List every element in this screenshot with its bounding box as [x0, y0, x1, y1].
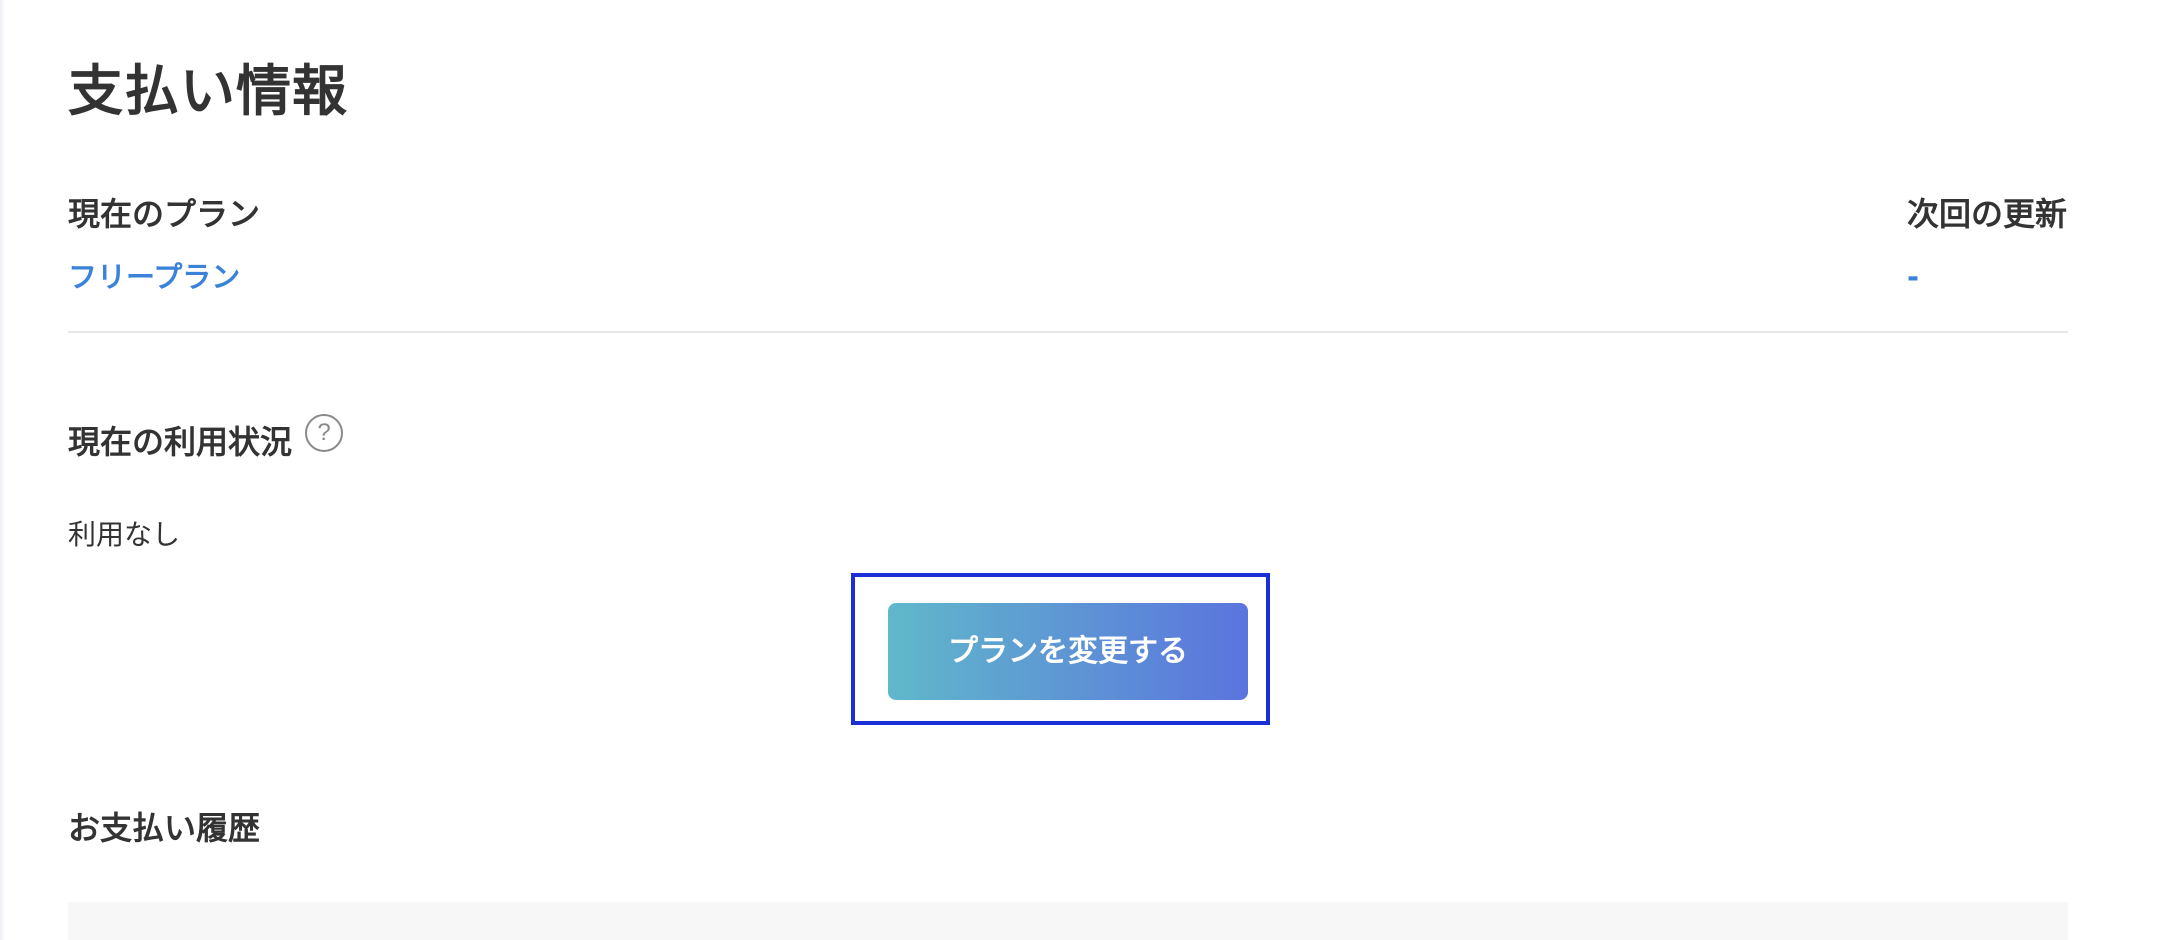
current-usage-value: 利用なし: [68, 518, 181, 551]
page-title: 支払い情報: [68, 59, 349, 123]
question-circle-icon[interactable]: ?: [305, 414, 343, 452]
section-divider: [68, 331, 2068, 333]
next-renewal-label: 次回の更新: [1906, 195, 2067, 233]
current-usage-label: 現在の利用状況: [68, 423, 293, 461]
billing-page: 支払い情報 現在のプラン フリープラン 次回の更新 - 現在の利用状況 ? 利用…: [0, 0, 2170, 940]
change-plan-button[interactable]: プランを変更する: [888, 603, 1248, 700]
next-renewal-value: -: [1907, 260, 1920, 294]
payment-history-label: お支払い履歴: [68, 809, 261, 847]
current-plan-link[interactable]: フリープラン: [68, 258, 240, 296]
payment-history-table: [68, 902, 2068, 940]
current-plan-label: 現在のプラン: [68, 195, 261, 233]
